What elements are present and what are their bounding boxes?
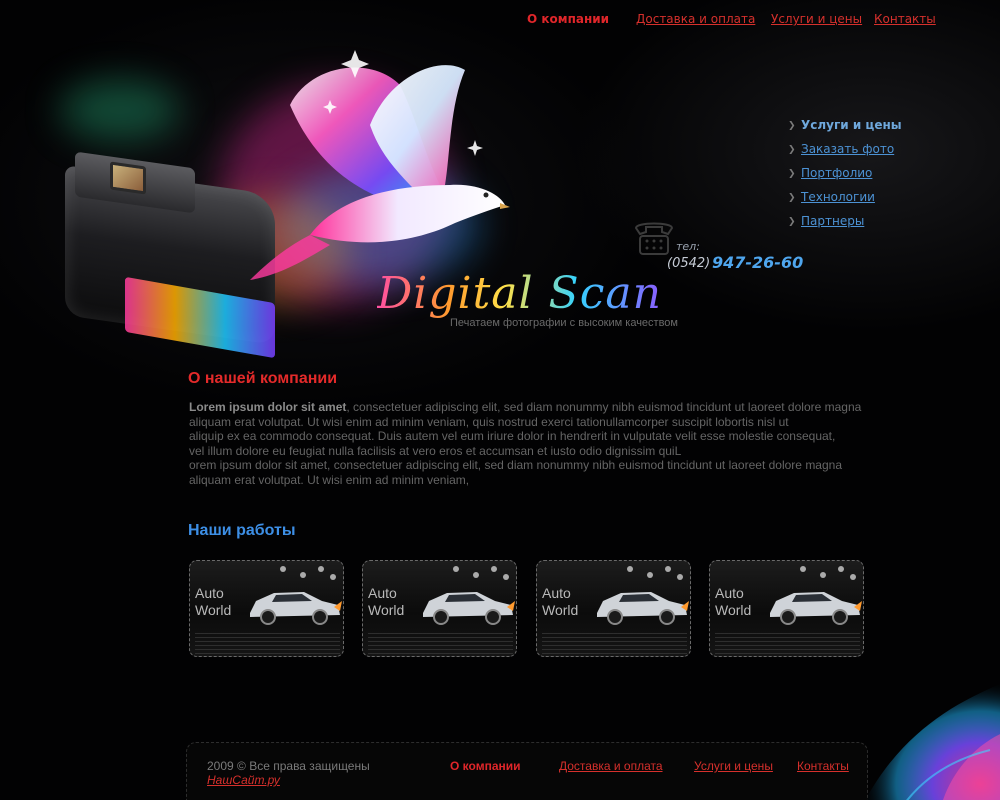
side-item-label: Услуги и цены [801,118,902,132]
nav-item-delivery[interactable]: Доставка и оплата [636,12,755,26]
work-title: Auto World [542,585,579,618]
nav-item-about[interactable]: О компании [527,12,609,26]
nav-item-services[interactable]: Услуги и цены [771,12,862,26]
side-item-technologies[interactable]: ❯ Технологии [788,190,968,214]
work-thumbnail[interactable]: Auto World [536,560,691,657]
footer: 2009 © Все права защищены НашСайт.ру О к… [186,742,868,800]
brand-logo: Digital Scan Печатаем фотографии с высок… [377,268,678,329]
side-item-partners[interactable]: ❯ Партнеры [788,214,968,238]
dove-illustration [250,50,510,280]
side-item-label[interactable]: Заказать фото [801,142,894,156]
work-title: Auto World [368,585,405,618]
nav-item-contacts[interactable]: Контакты [874,12,936,26]
page: О компании Доставка и оплата Услуги и це… [0,0,1000,800]
phone-code: (0542) [667,256,711,271]
footer-nav-services[interactable]: Услуги и цены [694,759,773,773]
about-line: vel illum dolore eu feugiat nulla facili… [189,443,682,458]
about-line: orem ipsum dolor sit amet, consectetuer … [189,458,843,472]
car-image [423,592,515,625]
brand-tagline: Печатаем фотографии с высоким качеством [450,317,678,329]
side-item-label[interactable]: Партнеры [801,214,864,228]
about-line: aliquam erat volutpat. Ut wisi enim ad m… [189,472,470,487]
work-thumbnail[interactable]: Auto World [362,560,517,657]
car-image [597,592,689,625]
footer-nav-contacts[interactable]: Контакты [797,759,849,773]
car-image [770,592,862,625]
about-lead: Lorem ipsum dolor sit amet [189,400,347,414]
chevron-right-icon: ❯ [788,193,796,203]
chevron-right-icon: ❯ [788,121,796,131]
about-text: Lorem ipsum dolor sit amet, consectetuer… [189,400,909,487]
chevron-right-icon: ❯ [788,217,796,227]
work-title: Auto World [715,585,752,618]
side-item-label[interactable]: Портфолио [801,166,872,180]
chevron-right-icon: ❯ [788,169,796,179]
phone-number: 947-26-60 [712,253,804,272]
side-menu: ❯ Услуги и цены ❯ Заказать фото ❯ Портфо… [788,118,968,238]
car-image [250,592,342,625]
side-item-portfolio[interactable]: ❯ Портфолио [788,166,968,190]
chevron-right-icon: ❯ [788,145,796,155]
works-gallery: Auto World Auto World Auto World Auto Wo… [189,560,869,660]
about-line: aliquam erat volutpat. Ut wisi enim ad m… [189,414,789,429]
work-title: Auto World [195,585,232,618]
phone-icon [634,222,674,255]
site-link[interactable]: НашСайт.ру [207,773,280,787]
side-item-services[interactable]: ❯ Услуги и цены [788,118,968,142]
brand-title: Digital Scan [377,268,662,319]
side-item-order-photo[interactable]: ❯ Заказать фото [788,142,968,166]
about-line: aliquip ex ea commodo consequat. Duis au… [189,429,836,443]
footer-nav-about[interactable]: О компании [450,759,521,773]
copyright: 2009 © Все права защищены [207,759,370,773]
footer-nav-delivery[interactable]: Доставка и оплата [559,759,663,773]
works-title: Наши работы [188,522,296,539]
about-title: О нашей компании [188,370,338,387]
side-item-label[interactable]: Технологии [801,190,875,204]
phone-label: тел: [676,240,700,253]
about-line: , consectetuer adipiscing elit, sed diam… [346,400,862,414]
work-thumbnail[interactable]: Auto World [189,560,344,657]
